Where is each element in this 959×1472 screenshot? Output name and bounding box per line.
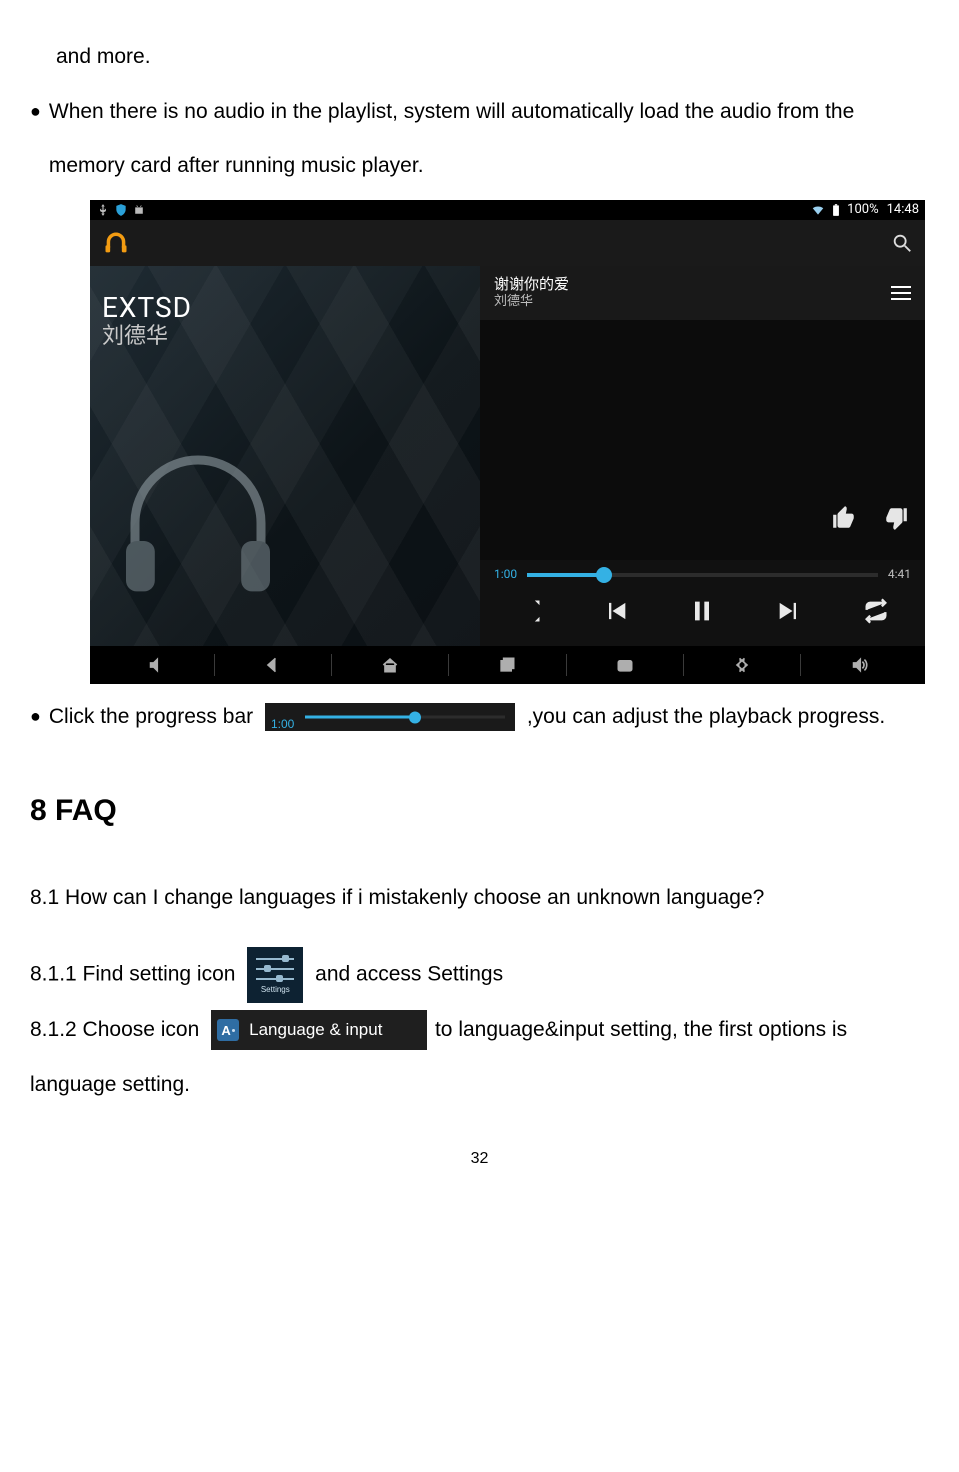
app-action-bar	[90, 220, 925, 266]
step-8-1-1-a: 8.1.1 Find setting icon	[30, 963, 241, 986]
album-artist: 刘德华	[102, 308, 168, 365]
elapsed-time: 1:00	[494, 559, 517, 590]
playback-controls	[480, 590, 925, 646]
language-input-label: Language & input	[249, 1008, 382, 1052]
home-icon[interactable]	[332, 655, 448, 675]
faq-heading: 8 FAQ	[30, 772, 929, 850]
language-a-icon: A	[217, 1019, 239, 1041]
now-playing-artist: 刘德华	[494, 294, 569, 310]
volume-up-icon[interactable]	[801, 655, 917, 675]
battery-icon	[829, 203, 843, 217]
thumbs-down-icon[interactable]	[883, 505, 909, 545]
volume-down-icon[interactable]	[98, 655, 214, 675]
clock: 14:48	[887, 193, 919, 227]
back-icon[interactable]	[215, 655, 331, 675]
bullet-progress-text-1: Click the progress bar	[49, 705, 259, 728]
album-art-pane: EXTSD 刘德华	[90, 266, 480, 646]
settings-app-icon: Settings	[247, 947, 303, 1003]
status-bar: 100% 14:48	[90, 200, 925, 220]
system-nav-bar	[90, 646, 925, 684]
faq-question-8-1: 8.1 How can I change languages if i mist…	[30, 871, 929, 926]
thumbs-up-icon[interactable]	[831, 505, 857, 545]
queue-menu-icon[interactable]	[891, 286, 911, 300]
now-playing-bar[interactable]: 谢谢你的爱 刘德华	[480, 266, 925, 320]
usb-icon	[96, 203, 110, 217]
bullet-progress-text-2: ,you can adjust the playback progress.	[527, 705, 885, 728]
music-app-icon	[102, 229, 130, 257]
previous-icon[interactable]	[602, 597, 630, 639]
bullet-autoload: When there is no audio in the playlist, …	[49, 85, 929, 194]
progress-bar-graphic: 1:00	[265, 703, 515, 731]
settings-icon-label: Settings	[248, 980, 302, 1001]
page-number: 32	[30, 1138, 929, 1180]
duration-time: 4:41	[888, 559, 911, 590]
battery-pct: 100%	[847, 193, 878, 227]
more-apps-icon[interactable]	[684, 655, 800, 675]
headphones-icon	[108, 433, 288, 627]
text-fragment: and more.	[56, 30, 929, 85]
repeat-icon[interactable]	[862, 597, 890, 639]
step-8-1-2-a: 8.1.2 Choose icon	[30, 1018, 205, 1041]
shuffle-icon[interactable]	[515, 597, 543, 639]
pause-icon[interactable]	[688, 597, 716, 639]
language-input-row: A Language & input	[211, 1010, 427, 1050]
shield-icon	[114, 203, 128, 217]
recents-icon[interactable]	[449, 655, 565, 675]
progress-elapsed: 1:00	[271, 709, 294, 740]
step-8-1-1-b: and access Settings	[315, 963, 503, 986]
next-icon[interactable]	[775, 597, 803, 639]
player-canvas	[480, 320, 925, 560]
android-icon	[132, 203, 146, 217]
music-app-screenshot: 100% 14:48 EXTSD 刘德华	[90, 200, 925, 684]
now-playing-track: 谢谢你的爱	[494, 275, 569, 294]
wifi-icon	[811, 203, 825, 217]
seek-bar[interactable]: 1:00 4:41	[480, 560, 925, 590]
bullet-dot: ●	[30, 690, 41, 745]
bullet-dot: ●	[30, 85, 41, 194]
search-icon[interactable]	[891, 232, 913, 254]
screenshot-icon[interactable]	[567, 655, 683, 675]
